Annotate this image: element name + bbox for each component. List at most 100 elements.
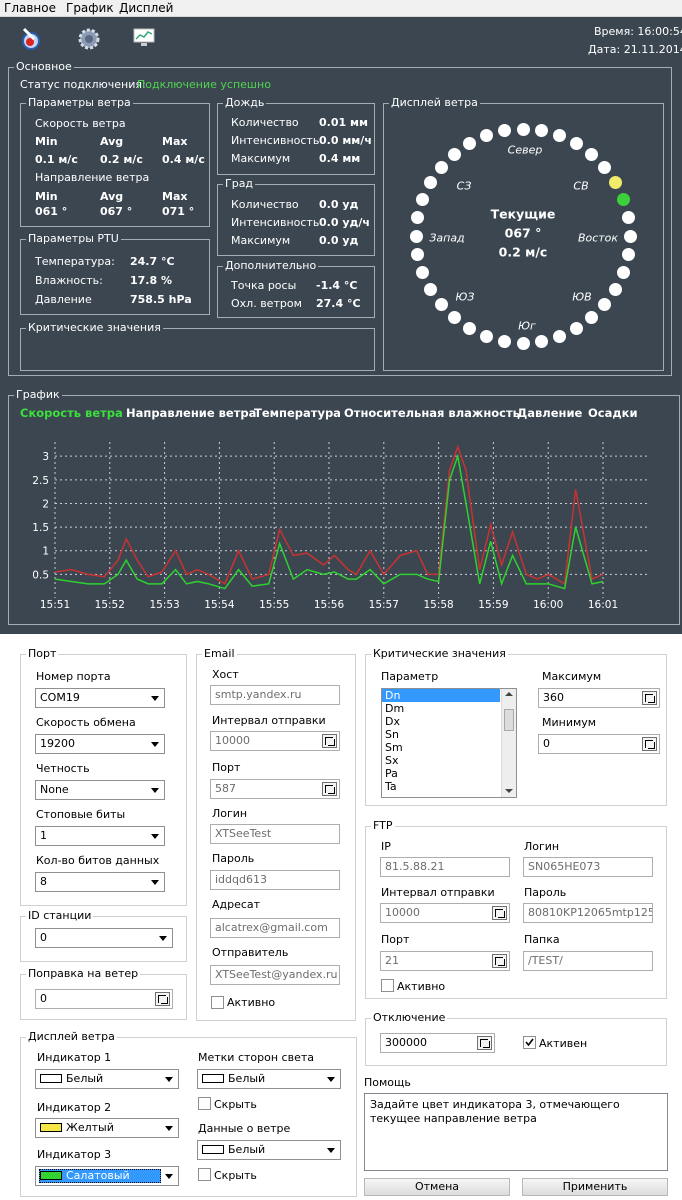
email-to-input[interactable]: alcatrex@gmail.com — [210, 918, 340, 938]
indicator1-select[interactable]: Белый — [35, 1069, 179, 1089]
ftp-password-label: Пароль — [524, 886, 567, 899]
spinner-icon[interactable] — [492, 906, 507, 920]
settings-gear-icon[interactable] — [77, 27, 101, 51]
ftp-active-checkbox[interactable] — [381, 979, 394, 992]
ptu-title: Параметры PTU — [26, 232, 121, 246]
param-list-item[interactable]: Dm — [382, 702, 500, 715]
parity-label: Четность — [36, 762, 90, 775]
tab-temperature[interactable]: Температура — [254, 406, 341, 420]
ftp-folder-input[interactable]: /TEST/ — [523, 951, 653, 971]
scroll-thumb[interactable] — [504, 709, 514, 731]
spinner-icon[interactable] — [155, 992, 170, 1006]
parity-select[interactable]: None — [35, 780, 165, 800]
spinner-icon[interactable] — [322, 782, 337, 796]
tab-precipitation[interactable]: Осадки — [588, 406, 638, 420]
param-list-item[interactable]: Sx — [382, 754, 500, 767]
param-list-item[interactable]: Dn — [382, 689, 500, 702]
apply-button[interactable]: Применить — [522, 1178, 668, 1196]
tab-wind-direction[interactable]: Направление ветра — [126, 406, 256, 420]
email-port-label: Порт — [212, 761, 241, 774]
x-tick-label: 16:01 — [588, 599, 618, 611]
dir-avg-value: 067 ° — [100, 205, 133, 218]
date-display: Дата: 21.11.2014 — [588, 43, 682, 56]
min-input[interactable]: 0 — [538, 734, 660, 754]
disconnect-input[interactable]: 300000 — [380, 1033, 495, 1053]
compass-east: Восток — [577, 231, 619, 245]
hail-max-value: 0.0 уд — [319, 234, 359, 247]
baud-select[interactable]: 19200 — [35, 734, 165, 754]
spinner-icon[interactable] — [477, 1036, 492, 1050]
y-tick-label: 2.5 — [32, 475, 49, 487]
ftp-login-input[interactable]: SN065HE073 — [523, 857, 653, 877]
compass-marks-select[interactable]: Белый — [197, 1069, 341, 1089]
rain-max-label: Максимум — [231, 152, 291, 165]
indicator2-select[interactable]: Желтый — [35, 1118, 179, 1138]
dir-min-value: 061 ° — [35, 205, 68, 218]
hail-intensity-label: Интенсивность — [231, 216, 320, 229]
compass-dot — [497, 334, 511, 348]
hide-data-checkbox[interactable] — [198, 1168, 211, 1181]
ftp-ip-input[interactable]: 81.5.88.21 — [380, 857, 510, 877]
x-tick-label: 15:55 — [259, 599, 289, 611]
email-port-input[interactable]: 587 — [210, 779, 340, 799]
stop-bits-select[interactable]: 1 — [35, 826, 165, 846]
email-title: Email — [202, 647, 237, 661]
listbox-scrollbar[interactable] — [501, 689, 516, 797]
disconnect-active-checkbox[interactable] — [523, 1036, 536, 1049]
email-interval-input[interactable]: 10000 — [210, 731, 340, 751]
chevron-down-icon — [327, 1148, 335, 1153]
menu-main[interactable]: Главное — [4, 1, 56, 15]
ftp-password-input[interactable]: 80810KP12065mtp12531 — [523, 903, 653, 923]
wind-display-title: Дисплей ветра — [389, 96, 480, 110]
wind-data-select[interactable]: Белый — [197, 1140, 341, 1160]
tab-humidity[interactable]: Относительная влажность — [344, 406, 520, 420]
baud-label: Скорость обмена — [36, 716, 136, 729]
data-bits-label: Кол-во битов данных — [36, 854, 160, 867]
scroll-up-icon[interactable] — [505, 692, 513, 696]
max-input[interactable]: 360 — [538, 688, 660, 708]
disconnect-title: Отключение — [371, 1011, 448, 1025]
param-list-item[interactable]: Pa — [382, 767, 500, 780]
station-icon[interactable] — [18, 26, 44, 52]
scroll-down-icon[interactable] — [505, 789, 513, 793]
param-listbox[interactable]: Dn Dm Dx Sn Sm Sx Pa Ta — [381, 688, 517, 798]
x-tick-label: 15:56 — [314, 599, 345, 611]
param-list-item[interactable]: Dx — [382, 715, 500, 728]
critical-values-group: Критические значения — [20, 321, 375, 371]
spinner-icon[interactable] — [642, 691, 657, 705]
menu-bar: Главное График Дисплей — [0, 0, 682, 17]
email-active-checkbox[interactable] — [211, 996, 224, 1009]
param-list-item[interactable]: Ta — [382, 780, 500, 793]
port-number-select[interactable]: COM19 — [35, 688, 165, 708]
y-tick-label: 3 — [42, 451, 49, 463]
monitor-chart-icon[interactable] — [133, 28, 155, 48]
chevron-down-icon — [151, 696, 159, 701]
compass-southwest: ЮЗ — [455, 290, 475, 304]
email-login-input[interactable]: XTSeeTest — [210, 824, 340, 844]
email-from-input[interactable]: XTSeeTest@yandex.ru — [210, 965, 340, 985]
param-list-item[interactable]: Sm — [382, 741, 500, 754]
tab-wind-speed[interactable]: Скорость ветра — [20, 406, 123, 420]
menu-graph[interactable]: График — [66, 1, 114, 15]
spinner-icon[interactable] — [642, 737, 657, 751]
param-list-item[interactable]: Sn — [382, 728, 500, 741]
email-password-input[interactable]: iddqd613 — [210, 870, 340, 890]
station-id-select[interactable]: 0 — [35, 928, 173, 948]
ftp-port-input[interactable]: 21 — [380, 951, 510, 971]
spinner-icon[interactable] — [322, 734, 337, 748]
smtp-host-input[interactable]: smtp.yandex.ru — [210, 685, 340, 705]
tab-pressure[interactable]: Давление — [517, 406, 582, 420]
data-bits-select[interactable]: 8 — [35, 872, 165, 892]
ftp-folder-label: Папка — [524, 933, 560, 946]
x-tick-label: 16:00 — [533, 599, 563, 611]
ftp-interval-input[interactable]: 10000 — [380, 903, 510, 923]
indicator3-select[interactable]: Салатовый — [35, 1166, 179, 1186]
email-password-label: Пароль — [212, 852, 255, 865]
cancel-button[interactable]: Отмена — [364, 1178, 510, 1196]
dir-min-label: Min — [35, 190, 58, 203]
wind-correction-input[interactable]: 0 — [35, 989, 173, 1009]
menu-display[interactable]: Дисплей — [119, 1, 173, 15]
hide-marks-checkbox[interactable] — [198, 1097, 211, 1110]
spinner-icon[interactable] — [492, 954, 507, 968]
email-from-label: Отправитель — [212, 946, 289, 959]
